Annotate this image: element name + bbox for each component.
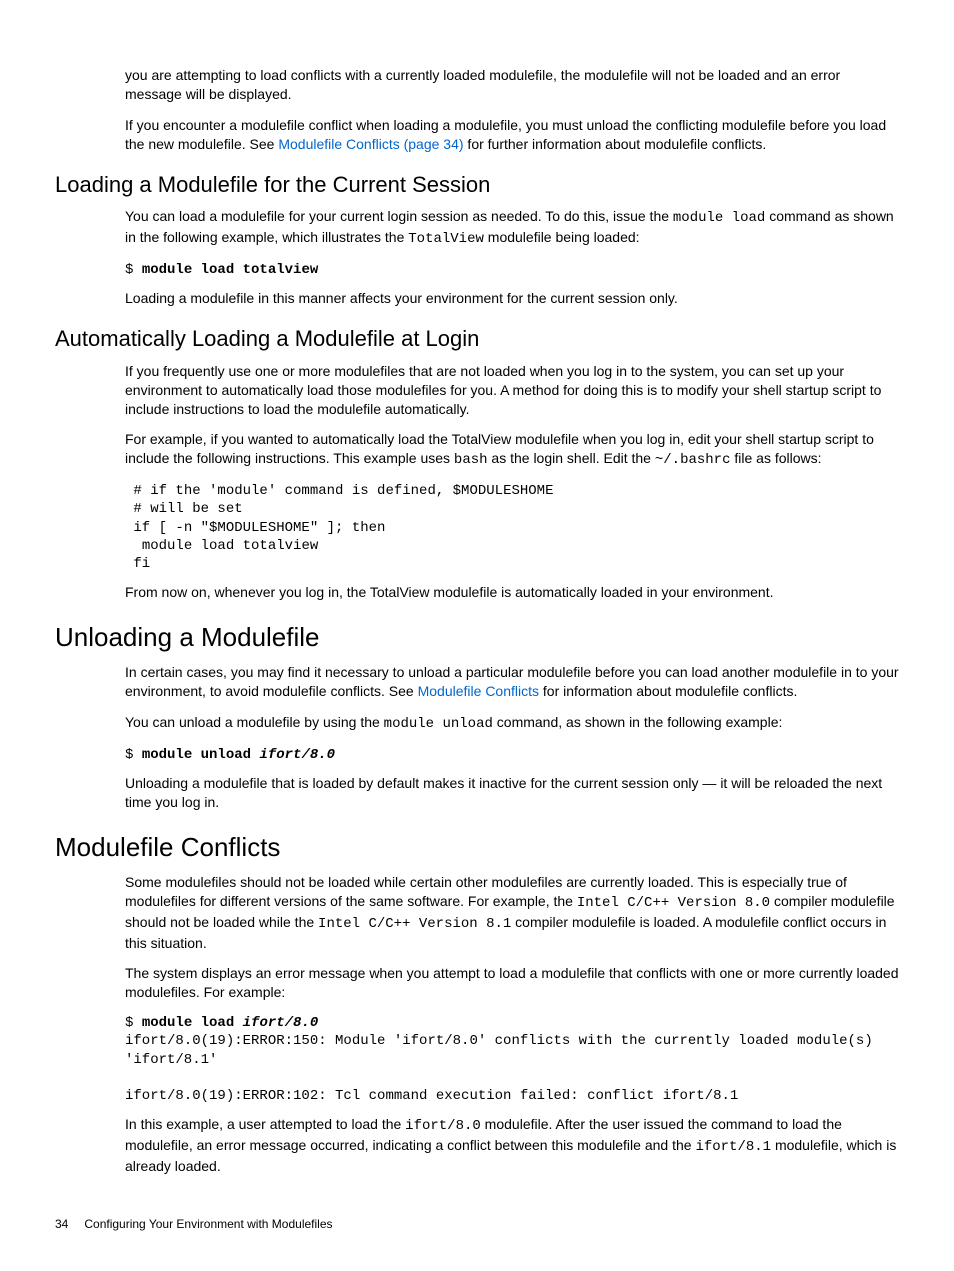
auto-loading-heading: Automatically Loading a Modulefile at Lo… xyxy=(55,324,899,354)
auto-loading-p2c: file as follows: xyxy=(730,450,821,466)
module-unload-bold: module unload xyxy=(142,747,260,763)
page-number: 34 xyxy=(55,1216,68,1232)
module-unload-code: module unload xyxy=(384,716,493,732)
unloading-p1b: for information about modulefile conflic… xyxy=(539,683,797,699)
ifort-version-italic: ifort/8.0 xyxy=(259,747,335,763)
totalview-code: TotalView xyxy=(408,231,484,247)
prompt: $ xyxy=(125,262,142,278)
modulefile-conflicts-link[interactable]: Modulefile Conflicts xyxy=(418,683,539,699)
ifort-80-italic: ifort/8.0 xyxy=(243,1015,319,1031)
loading-session-p2: Loading a modulefile in this manner affe… xyxy=(125,289,899,308)
loading-session-heading: Loading a Modulefile for the Current Ses… xyxy=(55,170,899,200)
intro-paragraph-1: you are attempting to load conflicts wit… xyxy=(125,66,899,104)
bashrc-script-block: # if the 'module' command is defined, $M… xyxy=(125,482,899,573)
ifort-80-code: ifort/8.0 xyxy=(405,1118,481,1134)
unloading-heading: Unloading a Modulefile xyxy=(55,620,899,655)
footer-label: Configuring Your Environment with Module… xyxy=(84,1217,332,1231)
bashrc-code: ~/.bashrc xyxy=(655,452,731,468)
module-load-code: module load xyxy=(673,210,765,226)
unloading-p3: Unloading a modulefile that is loaded by… xyxy=(125,774,899,812)
unloading-p2b: command, as shown in the following examp… xyxy=(493,714,782,730)
intro-paragraph-2: If you encounter a modulefile conflict w… xyxy=(125,116,899,154)
ifort-81-code: ifort/8.1 xyxy=(695,1139,771,1155)
conflict-prompt: $ xyxy=(125,1015,142,1031)
auto-loading-p3: From now on, whenever you log in, the To… xyxy=(125,583,899,602)
unloading-p2a: You can unload a modulefile by using the xyxy=(125,714,384,730)
loading-session-p1a: You can load a modulefile for your curre… xyxy=(125,208,673,224)
conflict-output: ifort/8.0(19):ERROR:150: Module 'ifort/8… xyxy=(125,1033,881,1104)
loading-session-p1c: modulefile being loaded: xyxy=(484,229,640,245)
module-unload-command: $ module unload ifort/8.0 xyxy=(125,746,899,764)
module-load-totalview-bold: module load totalview xyxy=(142,262,318,278)
modulefile-conflicts-page-link[interactable]: Modulefile Conflicts (page 34) xyxy=(278,136,463,152)
unload-prompt: $ xyxy=(125,747,142,763)
module-load-conflict-command: $ module load ifort/8.0 ifort/8.0(19):ER… xyxy=(125,1014,899,1105)
module-load-bold: module load xyxy=(142,1015,243,1031)
intro-p2-text-b: for further information about modulefile… xyxy=(464,136,767,152)
conflicts-p2: The system displays an error message whe… xyxy=(125,964,899,1002)
conflicts-heading: Modulefile Conflicts xyxy=(55,830,899,865)
conflicts-p3: In this example, a user attempted to loa… xyxy=(125,1115,899,1176)
auto-loading-p2: For example, if you wanted to automatica… xyxy=(125,430,899,470)
conflicts-p1: Some modulefiles should not be loaded wh… xyxy=(125,873,899,953)
auto-loading-p2b: as the login shell. Edit the xyxy=(488,450,655,466)
intel-cc-81-code: Intel C/C++ Version 8.1 xyxy=(318,916,511,932)
unloading-p1: In certain cases, you may find it necess… xyxy=(125,663,899,701)
conflicts-p3a: In this example, a user attempted to loa… xyxy=(125,1116,405,1132)
unloading-p2: You can unload a modulefile by using the… xyxy=(125,713,899,734)
loading-session-p1: You can load a modulefile for your curre… xyxy=(125,207,899,249)
module-load-totalview-command: $ module load totalview xyxy=(125,261,899,279)
page-footer: 34 Configuring Your Environment with Modu… xyxy=(55,1216,899,1232)
bash-code: bash xyxy=(454,452,488,468)
auto-loading-p1: If you frequently use one or more module… xyxy=(125,362,899,419)
intel-cc-80-code: Intel C/C++ Version 8.0 xyxy=(577,895,770,911)
